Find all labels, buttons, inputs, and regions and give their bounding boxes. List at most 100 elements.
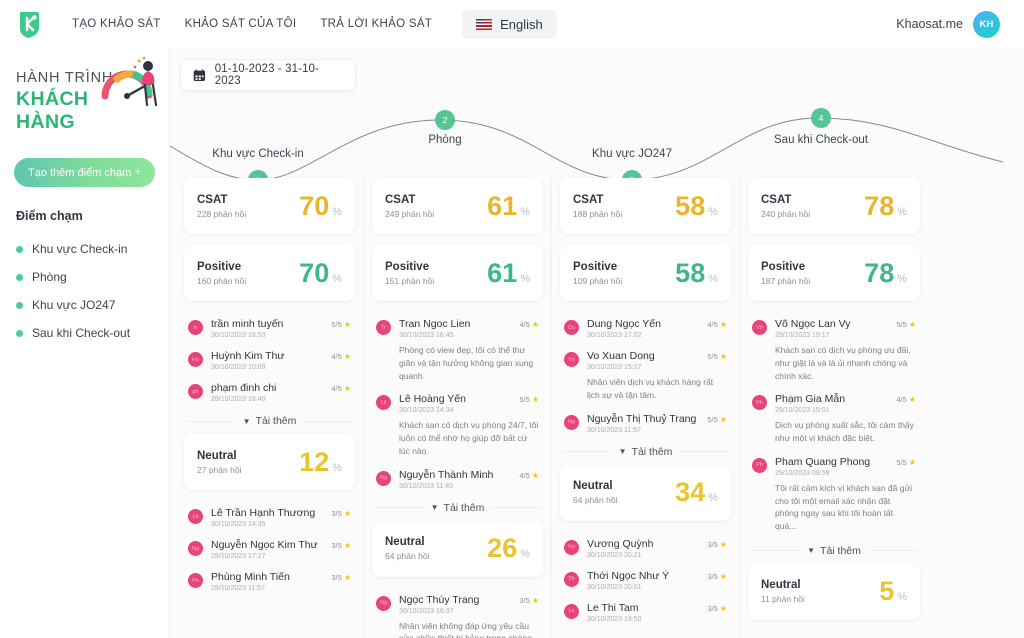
review-item[interactable]: Tr Tran Ngoc Lien 4/5 ★ 30/10/2023 16:45 Phòn… bbox=[372, 312, 543, 387]
journey-node-2[interactable]: 2 bbox=[435, 110, 455, 130]
review-date: 30/10/2023 11:57 bbox=[587, 426, 641, 434]
neutral-card[interactable]: Neutral 11 phản hồi 5% bbox=[748, 563, 920, 620]
review-item[interactable]: Ph Phạm Gia Mẫn 4/5 ★ 29/10/2023 19:01 Dịch v… bbox=[748, 387, 920, 450]
metric-unit: % bbox=[520, 205, 530, 218]
star-icon: ★ bbox=[908, 395, 916, 405]
top-navigation-bar: TẠO KHẢO SÁT KHẢO SÁT CỦA TÔI TRẢ LỜI KH… bbox=[0, 0, 1024, 48]
language-selector[interactable]: English bbox=[462, 9, 557, 39]
review-date: 30/10/2023 16:37 bbox=[399, 607, 454, 615]
review-item[interactable]: Ph Pham Quang Phong 5/5 ★ 29/10/2023 09:59 Tô… bbox=[748, 450, 920, 538]
review-item[interactable]: Ph Phùng Minh Tiến 3/5 ★ 28/10/2023 11:57 bbox=[184, 565, 355, 597]
nav-item-answer-survey[interactable]: TRẢ LỜI KHẢO SÁT bbox=[308, 10, 444, 38]
review-item[interactable]: Lê Lê Hoàng Yến 5/5 ★ 30/10/2023 14:34 Khách … bbox=[372, 387, 543, 462]
avatar: tr bbox=[188, 320, 203, 335]
review-body: Võ Ngọc Lan Vy 5/5 ★ 29/10/2023 19:17 Khách … bbox=[775, 318, 916, 382]
review-header: Võ Ngọc Lan Vy 5/5 ★ bbox=[775, 318, 916, 330]
plus-icon: + bbox=[134, 166, 141, 178]
metric-value: 70 bbox=[299, 190, 330, 221]
review-item[interactable]: Du Dung Ngọc Yến 4/5 ★ 30/10/2023 17:02 bbox=[560, 312, 731, 344]
csat-card[interactable]: CSAT 240 phản hồi 78% bbox=[748, 178, 920, 234]
review-body: Ngọc Thúy Trang 3/5 ★ 30/10/2023 16:37 Nhân … bbox=[399, 594, 539, 638]
language-label: English bbox=[500, 16, 543, 32]
nav-item-my-surveys[interactable]: KHẢO SÁT CỦA TÔI bbox=[173, 10, 309, 38]
positive-card[interactable]: Positive 187 phản hồi 78% bbox=[748, 245, 920, 301]
review-item[interactable]: ph phạm đinh chi 4/5 ★ 28/10/2023 18:40 bbox=[184, 376, 355, 408]
neutral-card[interactable]: Neutral 64 phản hồi 34% bbox=[560, 464, 731, 521]
positive-card[interactable]: Positive 109 phản hồi 58% bbox=[560, 245, 731, 301]
metric-value: 78 bbox=[864, 190, 895, 221]
metric-value: 58 bbox=[675, 257, 706, 288]
positive-card[interactable]: Positive 160 phản hồi 70% bbox=[184, 245, 355, 301]
csat-card[interactable]: CSAT 188 phản hồi 58% bbox=[560, 178, 731, 234]
csat-card[interactable]: CSAT 228 phản hồi 70% bbox=[184, 178, 355, 234]
brand-block: HÀNH TRÌNH KHÁCH HÀNG bbox=[0, 48, 169, 134]
review-body: Huỳnh Kim Thư 4/5 ★ 30/10/2023 10:09 bbox=[211, 350, 351, 371]
review-author: Lê Hoàng Yến bbox=[399, 393, 466, 406]
metric-unit: % bbox=[897, 272, 907, 285]
rating-value: 4/5 bbox=[331, 384, 342, 393]
date-range-picker[interactable]: 01-10-2023 - 31-10-2023 bbox=[180, 59, 356, 91]
sidebar-item-touchpoint-3[interactable]: Khu vực JO247 bbox=[0, 291, 169, 319]
review-date: 30/10/2023 14:34 bbox=[399, 407, 454, 415]
review-item[interactable]: Hu Huỳnh Kim Thư 4/5 ★ 30/10/2023 10:09 bbox=[184, 344, 355, 376]
review-author: Lê Trần Hạnh Thương bbox=[211, 507, 316, 519]
review-body: Nguyễn Thành Minh 4/5 ★ 30/10/2023 11:40 bbox=[399, 469, 539, 490]
review-author: Phạm Gia Mẫn bbox=[775, 393, 846, 406]
neutral-card[interactable]: Neutral 27 phản hồi 12% bbox=[184, 434, 355, 490]
sidebar-item-touchpoint-2[interactable]: Phòng bbox=[0, 263, 169, 291]
star-icon: ★ bbox=[343, 384, 351, 393]
review-item[interactable]: Ng Nguyễn Ngọc Kim Thư 3/5 ★ 28/10/2023 17:2… bbox=[184, 533, 355, 565]
review-item[interactable]: tr trần minh tuyến 5/5 ★ 30/10/2023 18:53 bbox=[184, 312, 355, 344]
review-item[interactable]: Th Thới Ngọc Như Ý 3/5 ★ 30/10/2023 20:01 bbox=[560, 564, 731, 596]
load-more-button[interactable]: ▼ Tải thêm bbox=[184, 408, 355, 434]
sidebar-item-touchpoint-4[interactable]: Sau khi Check-out bbox=[0, 319, 169, 347]
metric-labels: Neutral 64 phản hồi bbox=[385, 536, 429, 561]
review-item[interactable]: HoHoàng Hải Yến3/5★30/10/2023 11:09 bbox=[748, 631, 920, 638]
sidebar-item-label: Khu vực Check-in bbox=[32, 242, 128, 256]
neutral-card[interactable]: Neutral 64 phản hồi 26% bbox=[372, 520, 543, 577]
review-body: Thới Ngọc Như Ý 3/5 ★ 30/10/2023 20:01 bbox=[587, 570, 727, 591]
review-item[interactable]: Ng Nguyễn Thị Thuỷ Trang 5/5 ★ 30/10/2023 11… bbox=[560, 407, 731, 439]
review-header: trần minh tuyến 5/5 ★ bbox=[211, 318, 351, 330]
metric-labels: CSAT 249 phản hồi bbox=[385, 194, 434, 219]
metric-title: CSAT bbox=[197, 193, 228, 206]
load-more-label: Tải thêm bbox=[631, 445, 673, 458]
user-name: Khaosat.me bbox=[896, 17, 963, 31]
positive-card[interactable]: Positive 151 phản hồi 61% bbox=[372, 245, 543, 301]
divider bbox=[186, 420, 236, 422]
review-item[interactable]: Võ Võ Ngọc Lan Vy 5/5 ★ 29/10/2023 19:17 Khác… bbox=[748, 312, 920, 387]
review-item[interactable]: Le Le Thi Tam 3/5 ★ 30/10/2023 19:50 bbox=[560, 596, 731, 628]
avatar: Ng bbox=[376, 595, 391, 611]
load-more-button[interactable]: ▼ Tải thêm bbox=[748, 538, 920, 564]
nav-item-create-survey[interactable]: TẠO KHẢO SÁT bbox=[60, 10, 173, 38]
review-item[interactable]: Ng Ngọc Thúy Trang 3/5 ★ 30/10/2023 16:37 Nhâ… bbox=[372, 588, 543, 638]
star-icon: ★ bbox=[343, 352, 351, 361]
avatar: Tr bbox=[376, 320, 391, 335]
star-icon: ★ bbox=[719, 539, 727, 549]
review-author: Pham Quang Phong bbox=[775, 455, 871, 468]
sidebar-item-label: Phòng bbox=[32, 270, 67, 284]
sidebar-item-touchpoint-1[interactable]: Khu vực Check-in bbox=[0, 235, 169, 263]
review-item[interactable]: Vo Vo Xuan Dong 5/5 ★ 30/10/2023 15:27 Nhân v… bbox=[560, 344, 731, 407]
avatar[interactable]: KH bbox=[973, 10, 1000, 38]
star-icon: ★ bbox=[531, 395, 539, 405]
rating-value: 4/5 bbox=[519, 320, 530, 329]
add-touchpoint-button[interactable]: Tạo thêm điểm chạm + bbox=[14, 158, 155, 187]
load-more-button[interactable]: ▼ Tải thêm bbox=[372, 495, 543, 521]
metric-value: 78 bbox=[864, 257, 895, 288]
rating-value: 3/5 bbox=[707, 603, 718, 613]
metric-responses: 187 phản hồi bbox=[761, 275, 811, 286]
rating-value: 5/5 bbox=[519, 395, 530, 405]
avatar: Lê bbox=[188, 509, 203, 524]
review-item[interactable]: Ng Nguyễn Thành Minh 4/5 ★ 30/10/2023 11:40 bbox=[372, 463, 543, 495]
metric-unit: % bbox=[332, 272, 342, 285]
load-more-label-group: ▼ Tải thêm bbox=[431, 502, 485, 514]
review-item[interactable]: Vư Vương Quỳnh 3/5 ★ 30/10/2023 20:21 bbox=[560, 532, 731, 564]
csat-card[interactable]: CSAT 249 phản hồi 61% bbox=[372, 178, 543, 234]
review-rating: 4/5 ★ bbox=[896, 395, 916, 404]
review-item[interactable]: Lê Lê Trần Hạnh Thương 3/5 ★ 30/10/2023 14:3… bbox=[184, 501, 355, 533]
load-more-button[interactable]: ▼ Tải thêm bbox=[560, 439, 731, 465]
review-author: Nguyễn Thành Minh bbox=[399, 468, 494, 481]
khaosat-logo-icon[interactable] bbox=[14, 7, 48, 41]
journey-node-4[interactable]: 4 bbox=[811, 108, 831, 128]
